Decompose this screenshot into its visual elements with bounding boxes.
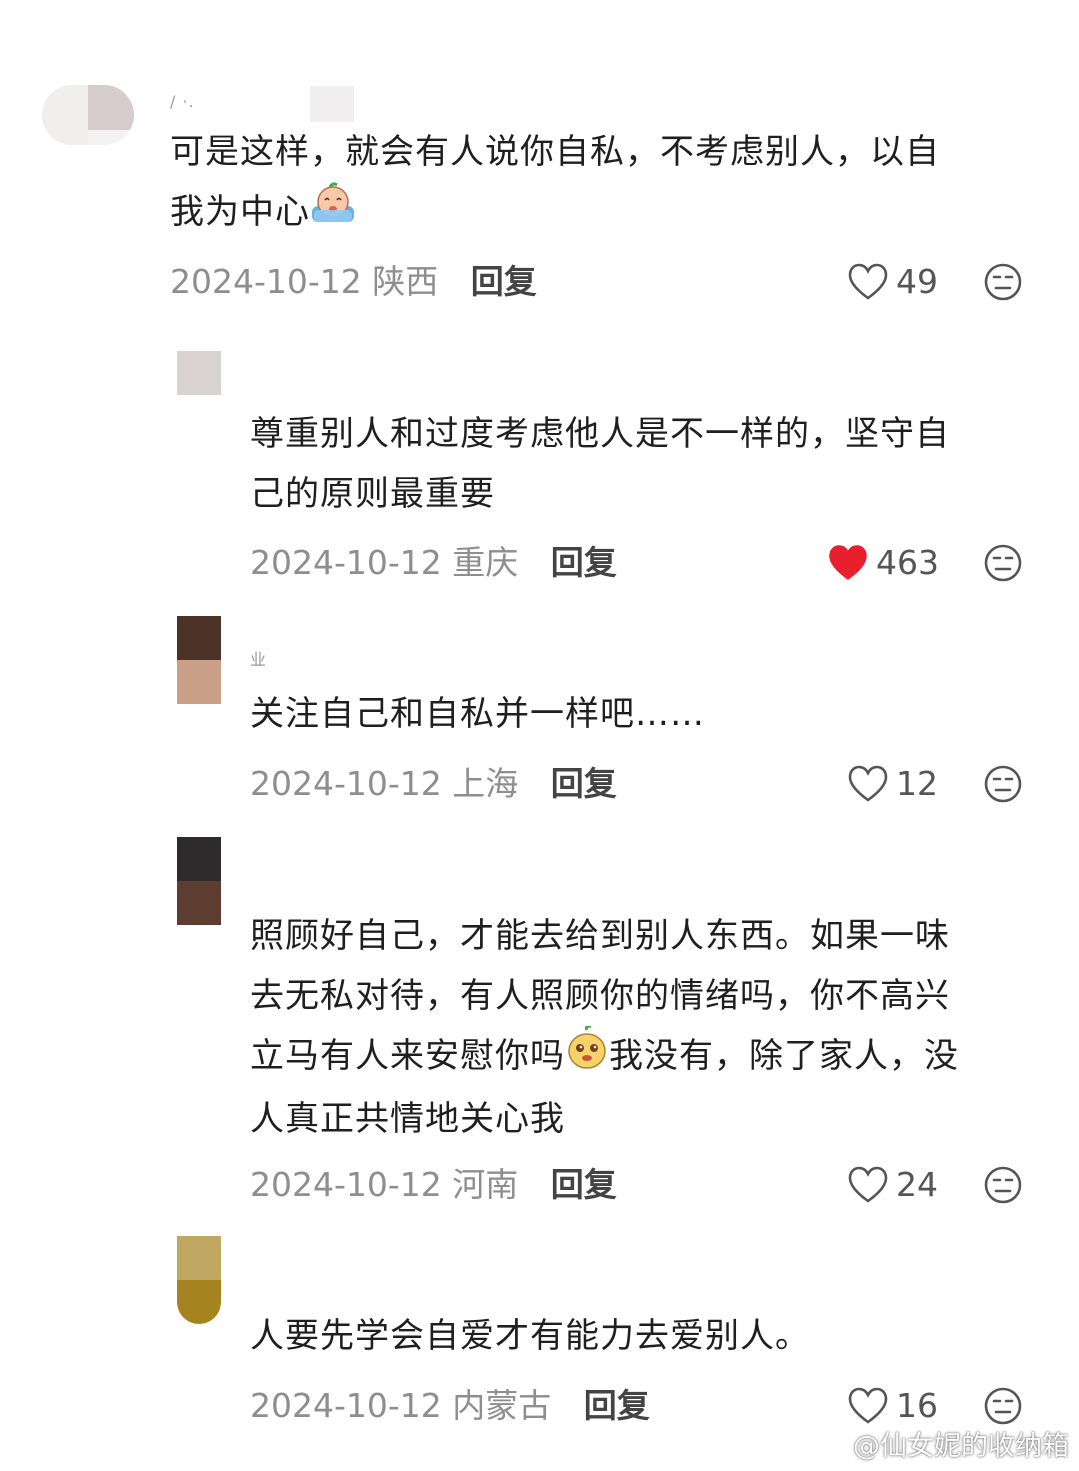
weibo-icon bbox=[811, 1430, 846, 1457]
comment-date: 2024-10-12 bbox=[250, 764, 442, 803]
comment-line: 去无私对待，有人照顾你的情绪吗，你不高兴 bbox=[250, 976, 950, 1016]
reply-button[interactable]: 回复 bbox=[584, 1386, 650, 1425]
heart-outline-icon bbox=[848, 263, 888, 300]
comment-text: 人要先学会自爱才有能力去爱别人。 bbox=[250, 1306, 810, 1366]
like-count: 24 bbox=[896, 1165, 938, 1204]
like-count: 16 bbox=[896, 1386, 938, 1425]
like-button[interactable]: 12 bbox=[848, 762, 938, 806]
comment-meta: 2024-10-12 陕西 回复 bbox=[170, 260, 537, 304]
comment-line: 人真正共情地关心我 bbox=[250, 1099, 565, 1139]
comment-date: 2024-10-12 bbox=[250, 1386, 442, 1425]
comment-line: 我没有，除了家人，没 bbox=[609, 1036, 959, 1076]
dislike-face-icon[interactable] bbox=[983, 1386, 1023, 1426]
like-button[interactable]: 16 bbox=[848, 1384, 938, 1428]
watermark: @仙女妮的收纳箱 bbox=[811, 1423, 1069, 1463]
heart-filled-icon bbox=[829, 545, 867, 580]
dislike-face-icon[interactable] bbox=[983, 764, 1023, 804]
comment-location: 上海 bbox=[452, 764, 519, 803]
avatar[interactable] bbox=[177, 616, 221, 704]
comment-location: 河南 bbox=[452, 1165, 519, 1204]
username-badge bbox=[310, 86, 354, 122]
comment-line: 尊重别人和过度考虑他人是不一样的，坚守自 bbox=[250, 414, 950, 454]
heart-outline-icon bbox=[848, 1387, 888, 1424]
pear-face-emoji bbox=[565, 1024, 609, 1089]
comment-text: 照顾好自己，才能去给到别人东西。如果一味 去无私对待，有人照顾你的情绪吗，你不高… bbox=[250, 906, 959, 1149]
comment-meta: 2024-10-12 重庆 回复 bbox=[250, 541, 617, 585]
like-count: 463 bbox=[876, 543, 939, 582]
crying-baby-emoji bbox=[310, 182, 356, 245]
comment-line: 照顾好自己，才能去给到别人东西。如果一味 bbox=[250, 916, 950, 956]
comment-location: 陕西 bbox=[372, 262, 439, 301]
like-button[interactable]: 463 bbox=[828, 541, 939, 585]
username[interactable]: 业 bbox=[250, 650, 267, 670]
comment-date: 2024-10-12 bbox=[170, 262, 362, 301]
reply-button[interactable]: 回复 bbox=[471, 262, 537, 301]
comment-line: 我为中心 bbox=[170, 192, 310, 232]
reply-button[interactable]: 回复 bbox=[551, 543, 617, 582]
avatar[interactable] bbox=[177, 837, 221, 925]
like-count: 12 bbox=[896, 764, 938, 803]
heart-outline-icon bbox=[848, 765, 888, 802]
avatar[interactable] bbox=[177, 351, 221, 395]
like-button[interactable]: 49 bbox=[848, 260, 938, 304]
comment-line: 关注自己和自私并一样吧…… bbox=[250, 694, 705, 734]
dislike-face-icon[interactable] bbox=[983, 543, 1023, 583]
username[interactable]: / ·. bbox=[170, 92, 195, 112]
watermark-text: @仙女妮的收纳箱 bbox=[853, 1430, 1069, 1462]
comment-meta: 2024-10-12 上海 回复 bbox=[250, 762, 617, 806]
reply-button[interactable]: 回复 bbox=[551, 1165, 617, 1204]
comment-date: 2024-10-12 bbox=[250, 1165, 442, 1204]
reply-button[interactable]: 回复 bbox=[551, 764, 617, 803]
comment-meta: 2024-10-12 内蒙古 回复 bbox=[250, 1384, 650, 1428]
comment-line: 可是这样，就会有人说你自私，不考虑别人，以自 bbox=[170, 132, 940, 172]
comment-line: 己的原则最重要 bbox=[250, 474, 495, 514]
heart-outline-icon bbox=[848, 1166, 888, 1203]
avatar[interactable] bbox=[177, 1236, 221, 1324]
comment-line: 立马有人来安慰你吗 bbox=[250, 1036, 565, 1076]
comment-location: 内蒙古 bbox=[452, 1386, 552, 1425]
avatar[interactable] bbox=[42, 85, 134, 145]
dislike-face-icon[interactable] bbox=[983, 262, 1023, 302]
comment-text: 可是这样，就会有人说你自私，不考虑别人，以自 我为中心 bbox=[170, 122, 940, 245]
comment-meta: 2024-10-12 河南 回复 bbox=[250, 1163, 617, 1207]
comment-text: 关注自己和自私并一样吧…… bbox=[250, 684, 705, 744]
comment-location: 重庆 bbox=[452, 543, 519, 582]
like-count: 49 bbox=[896, 262, 938, 301]
comment-text: 尊重别人和过度考虑他人是不一样的，坚守自 己的原则最重要 bbox=[250, 404, 950, 524]
comment-line: 人要先学会自爱才有能力去爱别人。 bbox=[250, 1316, 810, 1356]
comment-date: 2024-10-12 bbox=[250, 543, 442, 582]
dislike-face-icon[interactable] bbox=[983, 1165, 1023, 1205]
like-button[interactable]: 24 bbox=[848, 1163, 938, 1207]
